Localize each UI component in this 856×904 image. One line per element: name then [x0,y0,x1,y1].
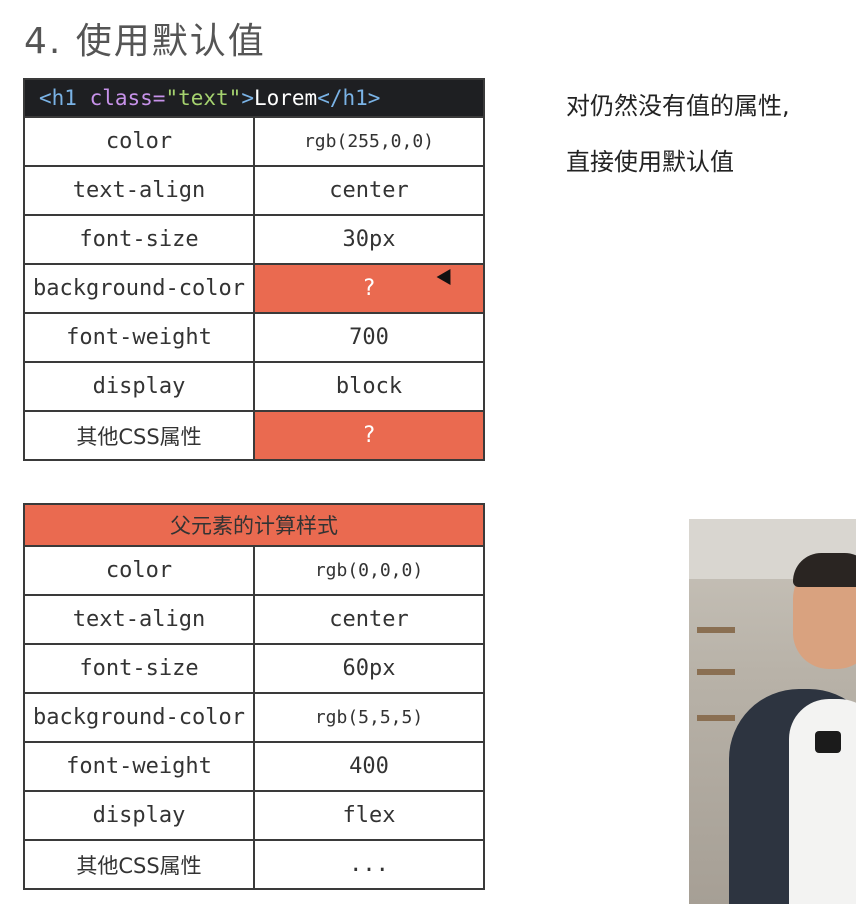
lapel-mic-icon [815,731,841,753]
table-row: text-align center [23,594,485,645]
note-line-1: 对仍然没有值的属性, [566,92,790,120]
parent-table-header: 父元素的计算样式 [23,503,485,547]
value-cell: 700 [253,312,485,363]
table-row: color rgb(255,0,0) [23,116,485,167]
table-row: display flex [23,790,485,841]
value-cell: center [253,165,485,216]
value-cell: flex [253,790,485,841]
table-row: background-color ? [23,263,485,314]
table-row: font-weight 700 [23,312,485,363]
code-tag: h1 [51,86,77,110]
property-cell: color [23,545,255,596]
table-row: 其他CSS属性 ? [23,410,485,461]
presenter-shirt [789,699,856,904]
value-cell: 400 [253,741,485,792]
property-cell: font-size [23,643,255,694]
code-header: <h1 class="text">Lorem</h1> [23,78,485,118]
value-cell: 60px [253,643,485,694]
note-line-2: 直接使用默认值 [566,148,734,176]
value-cell: center [253,594,485,645]
camera-shelf [697,627,735,633]
table-row: color rgb(0,0,0) [23,545,485,596]
property-cell: color [23,116,255,167]
unknown-value-cell: ? [253,410,485,461]
element-style-table: <h1 class="text">Lorem</h1> color rgb(25… [23,78,485,461]
value-cell: 30px [253,214,485,265]
table-row: 其他CSS属性 ... [23,839,485,890]
value-cell: rgb(0,0,0) [253,545,485,596]
property-cell: font-size [23,214,255,265]
property-cell: display [23,361,255,412]
property-cell: font-weight [23,741,255,792]
slide-title: 4. 使用默认值 [24,21,266,62]
value-cell: block [253,361,485,412]
value-cell: rgb(5,5,5) [253,692,485,743]
code-attr: class= [76,86,166,110]
table-row: text-align center [23,165,485,216]
table-row: display block [23,361,485,412]
code-gt: > [241,86,254,110]
camera-shelf [697,669,735,675]
value-cell: ... [253,839,485,890]
property-cell: background-color [23,692,255,743]
property-cell: text-align [23,594,255,645]
property-cell: text-align [23,165,255,216]
code-lt: < [39,86,52,110]
table-row: background-color rgb(5,5,5) [23,692,485,743]
property-cell: font-weight [23,312,255,363]
property-cell: 其他CSS属性 [23,839,255,890]
webcam-video [689,519,856,904]
code-attr-value: "text" [165,86,242,110]
parent-style-table: 父元素的计算样式 color rgb(0,0,0) text-align cen… [23,503,485,890]
camera-shelf [697,715,735,721]
value-cell: rgb(255,0,0) [253,116,485,167]
table-row: font-size 60px [23,643,485,694]
property-cell: 其他CSS属性 [23,410,255,461]
property-cell: display [23,790,255,841]
property-cell: background-color [23,263,255,314]
table-row: font-size 30px [23,214,485,265]
code-text: Lorem [253,86,318,110]
table-row: font-weight 400 [23,741,485,792]
code-close-tag: </h1> [317,86,381,110]
